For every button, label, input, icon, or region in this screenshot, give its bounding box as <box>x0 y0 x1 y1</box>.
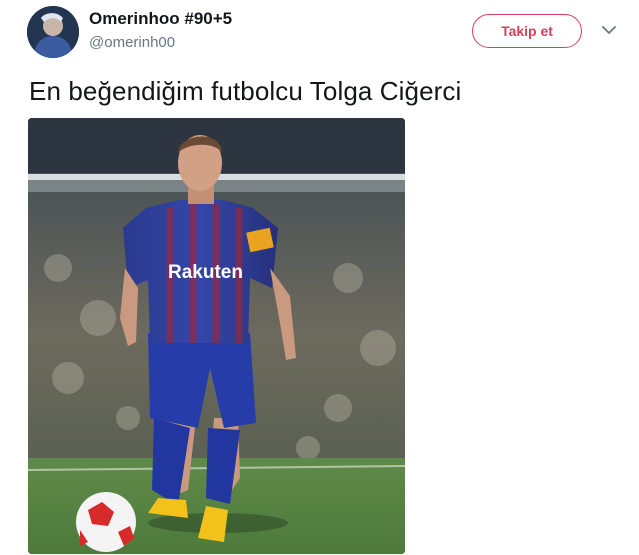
follow-button[interactable]: Takip et <box>472 14 582 48</box>
user-handle[interactable]: @omerinh00 <box>89 34 175 51</box>
tweet-photo[interactable]: Rakuten <box>28 118 405 554</box>
football-player-photo: Rakuten <box>28 118 405 554</box>
avatar-image <box>27 6 79 58</box>
display-name[interactable]: Omerinhoo #90+5 <box>89 9 232 29</box>
chevron-down-icon[interactable] <box>602 25 616 35</box>
shirt-sponsor-text: Rakuten <box>168 262 243 283</box>
tweet-text: En beğendiğim futbolcu Tolga Ciğerci <box>29 76 462 106</box>
avatar[interactable] <box>27 6 79 58</box>
